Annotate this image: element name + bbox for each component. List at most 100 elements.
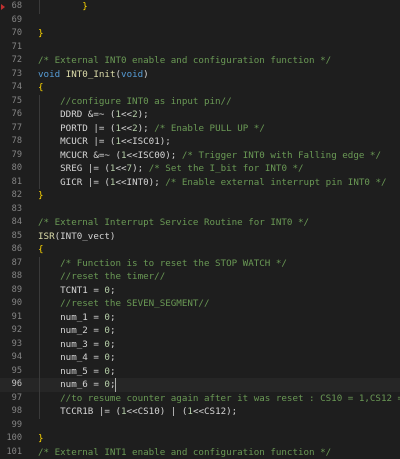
code-editor[interactable]: 68 }6970}7172/* External INT0 enable and… — [0, 0, 400, 407]
line-number: 101 — [0, 446, 22, 459]
line-gutter[interactable]: 80 — [0, 162, 24, 176]
code-line-text: { — [38, 82, 44, 93]
code-line[interactable]: 72/* External INT0 enable and configurat… — [0, 54, 400, 68]
code-line[interactable]: 94 num_4 = 0; — [0, 351, 400, 365]
line-gutter[interactable]: 70 — [0, 27, 24, 41]
code-line[interactable]: 87 /* Function is to reset the STOP WATC… — [0, 257, 400, 271]
indent-guide — [39, 351, 40, 365]
line-number: 69 — [0, 14, 22, 28]
line-number: 95 — [0, 365, 22, 379]
code-line-text: //reset the timer// — [38, 271, 165, 282]
code-text: //reset the timer// — [38, 270, 400, 284]
line-number: 87 — [0, 257, 22, 271]
line-gutter[interactable]: 92 — [0, 324, 24, 338]
code-line[interactable]: 82} — [0, 189, 400, 203]
code-line[interactable]: 78 MCUCR |= (1<<ISC01); — [0, 135, 400, 149]
line-gutter[interactable]: 84 — [0, 216, 24, 230]
code-line-text: } — [38, 1, 88, 12]
line-gutter[interactable]: 76 — [0, 108, 24, 122]
code-line[interactable]: 101 /* External INT1 enable and configura… — [0, 446, 400, 459]
line-gutter[interactable]: 83 — [0, 203, 24, 217]
code-line[interactable]: 96 num_6 = 0; — [0, 378, 400, 392]
line-gutter[interactable]: 93 — [0, 338, 24, 352]
code-line[interactable]: 84/* External Interrupt Service Routine … — [0, 216, 400, 230]
line-gutter[interactable]: 79 — [0, 149, 24, 163]
line-number: 89 — [0, 284, 22, 298]
code-text: } — [38, 432, 400, 446]
line-gutter[interactable]: 74 — [0, 81, 24, 95]
line-gutter[interactable]: 89 — [0, 284, 24, 298]
line-gutter[interactable]: 97 — [0, 392, 24, 406]
code-text: num_6 = 0; — [38, 378, 400, 392]
code-line[interactable]: 90 //reset the SEVEN_SEGMENT// — [0, 297, 400, 311]
line-gutter[interactable]: 86 — [0, 243, 24, 257]
code-line-text: DDRD &=~ (1<<2); — [38, 109, 149, 120]
code-line[interactable]: 81 GICR |= (1<<INT0); /* Enable external… — [0, 176, 400, 190]
code-line[interactable]: 79 MCUCR &=~ (1<<ISC00); /* Trigger INT0… — [0, 149, 400, 163]
line-gutter[interactable]: 96 — [0, 378, 24, 392]
text-cursor — [115, 378, 116, 392]
code-line[interactable]: 98 TCCR1B |= (1<<CS10) | (1<<CS12); — [0, 405, 400, 419]
code-line[interactable]: 68 } — [0, 0, 400, 14]
line-gutter[interactable]: 90 — [0, 297, 24, 311]
code-line[interactable]: 99 — [0, 419, 400, 433]
code-line[interactable]: 89 TCNT1 = 0; — [0, 284, 400, 298]
line-gutter[interactable]: 71 — [0, 41, 24, 55]
code-line[interactable]: 73void INT0_Init(void) — [0, 68, 400, 82]
code-text: SREG |= (1<<7); /* Set the I_bit for INT… — [38, 162, 400, 176]
code-line[interactable]: 100} — [0, 432, 400, 446]
code-line-text: /* External INT1 enable and configuratio… — [38, 447, 331, 458]
code-line[interactable]: 95 num_5 = 0; — [0, 365, 400, 379]
code-line[interactable]: 71 — [0, 41, 400, 55]
code-line[interactable]: 77 PORTD |= (1<<2); /* Enable PULL UP */ — [0, 122, 400, 136]
line-gutter[interactable]: 75 — [0, 95, 24, 109]
line-gutter[interactable]: 87 — [0, 257, 24, 271]
line-gutter[interactable]: 73 — [0, 68, 24, 82]
code-line-text: } — [38, 190, 44, 201]
code-line[interactable]: 74 { — [0, 81, 400, 95]
code-text: num_3 = 0; — [38, 338, 400, 352]
code-line[interactable]: 75 //configure INT0 as input pin// — [0, 95, 400, 109]
code-line[interactable]: 76 DDRD &=~ (1<<2); — [0, 108, 400, 122]
line-gutter[interactable]: 95 — [0, 365, 24, 379]
code-line[interactable]: 83 — [0, 203, 400, 217]
code-line[interactable]: 93 num_3 = 0; — [0, 338, 400, 352]
line-gutter[interactable]: 81 — [0, 176, 24, 190]
line-gutter[interactable]: 68 — [0, 0, 24, 14]
code-text: num_1 = 0; — [38, 311, 400, 325]
line-gutter[interactable]: 99 — [0, 419, 24, 433]
code-text: DDRD &=~ (1<<2); — [38, 108, 400, 122]
code-text: { — [38, 81, 400, 95]
line-gutter[interactable]: 88 — [0, 270, 24, 284]
code-line[interactable]: 70} — [0, 27, 400, 41]
line-gutter[interactable]: 91 — [0, 311, 24, 325]
line-gutter[interactable]: 101 — [0, 446, 24, 459]
line-gutter[interactable]: 77 — [0, 122, 24, 136]
code-line-text: num_2 = 0; — [38, 325, 115, 336]
line-number: 93 — [0, 338, 22, 352]
line-gutter[interactable]: 100 — [0, 432, 24, 446]
line-number: 81 — [0, 176, 22, 190]
code-line[interactable]: 69 — [0, 14, 400, 28]
code-line[interactable]: 91 num_1 = 0; — [0, 311, 400, 325]
line-gutter[interactable]: 98 — [0, 405, 24, 419]
line-gutter[interactable]: 78 — [0, 135, 24, 149]
code-line-text: num_5 = 0; — [38, 366, 115, 377]
code-line[interactable]: 88 //reset the timer// — [0, 270, 400, 284]
indent-guide — [39, 297, 40, 311]
code-line[interactable]: 92 num_2 = 0; — [0, 324, 400, 338]
line-gutter[interactable]: 94 — [0, 351, 24, 365]
code-line[interactable]: 85ISR(INT0_vect) — [0, 230, 400, 244]
code-text: } — [38, 27, 400, 41]
code-line[interactable]: 97 //to resume counter again after it wa… — [0, 392, 400, 406]
indent-guide — [39, 405, 40, 419]
code-text: TCCR1B |= (1<<CS10) | (1<<CS12); — [38, 405, 400, 419]
line-gutter[interactable]: 85 — [0, 230, 24, 244]
line-gutter[interactable]: 82 — [0, 189, 24, 203]
code-line[interactable]: 80 SREG |= (1<<7); /* Set the I_bit for … — [0, 162, 400, 176]
code-line[interactable]: 86{ — [0, 243, 400, 257]
line-number: 77 — [0, 122, 22, 136]
code-line-text: PORTD |= (1<<2); /* Enable PULL UP */ — [38, 123, 265, 134]
line-gutter[interactable]: 69 — [0, 14, 24, 28]
line-gutter[interactable]: 72 — [0, 54, 24, 68]
